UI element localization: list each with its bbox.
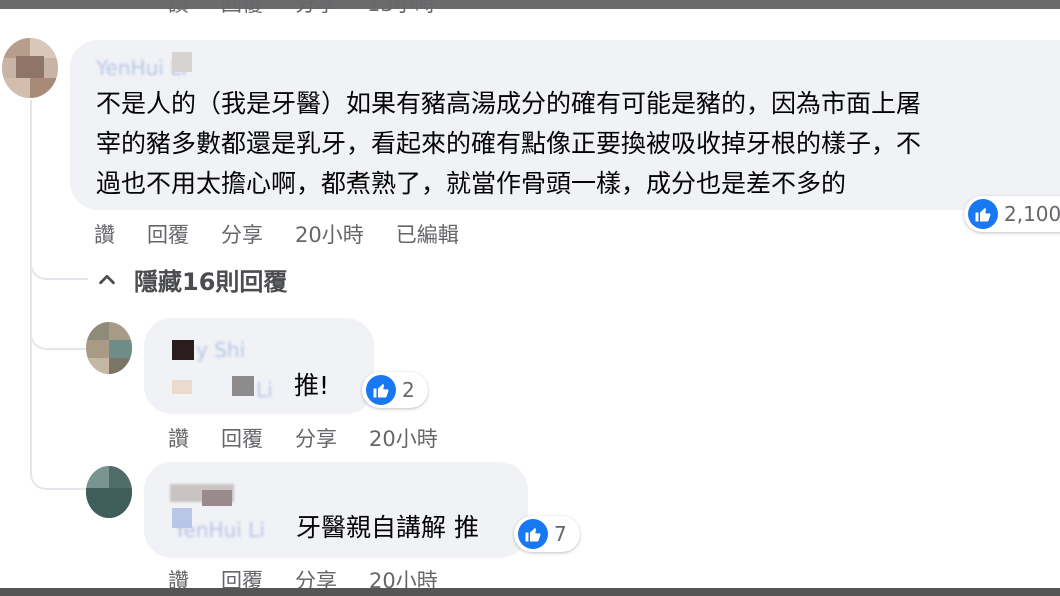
mention-redaction — [232, 376, 254, 396]
reply-bubble: YenHui Li 牙醫親自講解 推 — [144, 462, 528, 558]
comment-actions: 讚 回覆 分享 20小時 已編輯 — [94, 219, 459, 249]
avatar[interactable] — [86, 466, 132, 518]
top-dark-edge — [0, 0, 1060, 9]
reply-link[interactable]: 回覆 — [147, 219, 189, 249]
share-link[interactable]: 分享 — [295, 0, 337, 22]
timestamp[interactable]: 20小時 — [369, 423, 438, 453]
reply-text: 推! — [294, 371, 330, 400]
reply-bubble: y Shi Li 推! — [144, 318, 374, 414]
reaction-badge[interactable]: 2,100 — [964, 196, 1060, 232]
previous-comment-actions: 讚 回覆 分享 13小時 — [168, 0, 436, 22]
share-link[interactable]: 分享 — [221, 219, 263, 249]
hide-replies-label: 隱藏16則回覆 — [134, 268, 288, 296]
comment-line-3: 過也不用太擔心啊，都煮熟了，就當作骨頭一樣，成分也是差不多的 — [96, 169, 847, 198]
like-link[interactable]: 讚 — [94, 219, 115, 249]
thread-line — [30, 100, 32, 460]
avatar-pixelated — [2, 38, 58, 98]
author-name[interactable]: y Shi — [196, 338, 245, 362]
reaction-badge[interactable]: 2 — [362, 372, 428, 408]
reaction-count: 2,100 — [1004, 202, 1060, 226]
author-name-redaction — [172, 52, 192, 72]
thread-connector — [30, 320, 88, 350]
mention-redaction — [172, 380, 192, 394]
author-name-redaction — [172, 340, 194, 360]
like-link[interactable]: 讚 — [168, 0, 189, 22]
bottom-dark-edge — [0, 588, 1060, 596]
reply-text: 牙醫親自講解 推 — [296, 513, 479, 542]
comment-bubble: YenHui Li 不是人的（我是牙醫）如果有豬高湯成分的確有可能是豬的，因為市… — [70, 40, 1060, 210]
avatar-pixelated — [86, 466, 132, 518]
like-icon — [518, 519, 548, 549]
timestamp[interactable]: 20小時 — [295, 219, 364, 249]
comment-line-2: 宰的豬多數都還是乳牙，看起來的確有點像正要換被吸收掉牙根的樣子，不 — [96, 129, 922, 158]
avatar[interactable] — [2, 38, 58, 98]
author-name-redaction — [202, 490, 232, 506]
like-link[interactable]: 讚 — [168, 423, 189, 453]
reaction-count: 7 — [554, 522, 567, 546]
reaction-count: 2 — [402, 378, 415, 402]
chevron-up-icon — [99, 274, 115, 284]
avatar[interactable] — [86, 322, 132, 374]
mention-name[interactable]: YenHui Li — [174, 518, 265, 542]
hide-replies-toggle[interactable]: 隱藏16則回覆 — [96, 262, 287, 297]
reply-link[interactable]: 回覆 — [221, 423, 263, 453]
reply-link[interactable]: 回覆 — [221, 0, 263, 22]
edited-label[interactable]: 已編輯 — [396, 219, 459, 249]
thread-connector — [30, 460, 88, 490]
like-icon — [968, 199, 998, 229]
avatar-pixelated — [86, 322, 132, 374]
like-icon — [366, 375, 396, 405]
comment-line-1: 不是人的（我是牙醫）如果有豬高湯成分的確有可能是豬的，因為市面上屠 — [96, 89, 922, 118]
thread-connector — [30, 250, 88, 280]
reaction-badge[interactable]: 7 — [514, 516, 580, 552]
mention-name[interactable]: Li — [256, 378, 273, 402]
timestamp[interactable]: 13小時 — [367, 0, 436, 22]
share-link[interactable]: 分享 — [295, 423, 337, 453]
reply-actions: 讚 回覆 分享 20小時 — [168, 423, 438, 453]
